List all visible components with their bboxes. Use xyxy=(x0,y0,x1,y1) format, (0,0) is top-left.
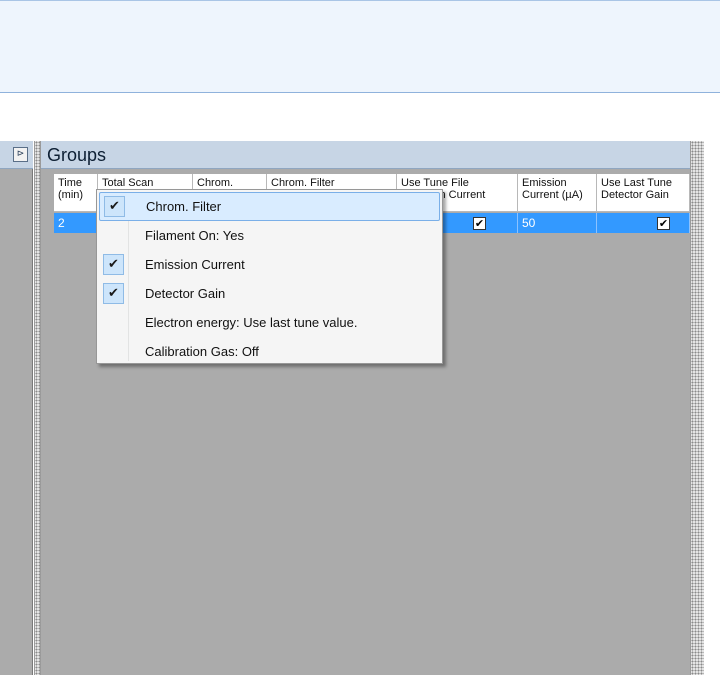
top-toolbar-area xyxy=(0,0,720,93)
menu-item-label: Calibration Gas: Off xyxy=(145,344,259,359)
left-panel: ⊳ xyxy=(0,141,33,675)
menu-item-emission-current[interactable]: ✔ Emission Current xyxy=(99,250,440,279)
cell-emission-current[interactable]: 50 xyxy=(518,213,597,233)
check-icon: ✔ xyxy=(103,254,124,275)
column-header-use-last-detector-gain[interactable]: Use Last Tune Detector Gain xyxy=(597,174,690,212)
menu-item-chrom-filter[interactable]: ✔ Chrom. Filter xyxy=(99,192,440,221)
menu-item-label: Chrom. Filter xyxy=(146,199,222,214)
groups-panel-title: Groups xyxy=(41,141,690,169)
check-icon: ✔ xyxy=(104,196,125,217)
check-icon: ✔ xyxy=(103,283,124,304)
menu-item-calibration-gas[interactable]: Calibration Gas: Off xyxy=(99,337,440,366)
app-window: ⊳ Groups Time (min) Total Scan Chrom. Ch… xyxy=(0,0,720,675)
cell-use-last-detector-gain[interactable]: ✔ xyxy=(597,213,690,233)
menu-item-electron-energy[interactable]: Electron energy: Use last tune value. xyxy=(99,308,440,337)
right-splitter[interactable] xyxy=(690,141,704,675)
left-panel-header: ⊳ xyxy=(0,141,33,169)
menu-item-filament-on[interactable]: Filament On: Yes xyxy=(99,221,440,250)
cell-time[interactable]: 2 xyxy=(54,213,98,233)
menu-item-label: Electron energy: Use last tune value. xyxy=(145,315,358,330)
expand-panel-icon[interactable]: ⊳ xyxy=(13,147,28,162)
use-last-detector-gain-checkbox[interactable]: ✔ xyxy=(657,217,670,230)
menu-item-detector-gain[interactable]: ✔ Detector Gain xyxy=(99,279,440,308)
column-header-emission-current[interactable]: Emission Current (µA) xyxy=(518,174,597,212)
panel-splitter[interactable] xyxy=(34,141,41,675)
column-chooser-context-menu: ✔ Chrom. Filter Filament On: Yes ✔ Emiss… xyxy=(96,189,443,364)
use-tune-emission-checkbox[interactable]: ✔ xyxy=(473,217,486,230)
menu-item-label: Filament On: Yes xyxy=(145,228,244,243)
menu-item-label: Detector Gain xyxy=(145,286,226,301)
menu-item-label: Emission Current xyxy=(145,257,245,272)
column-header-time[interactable]: Time (min) xyxy=(54,174,98,212)
